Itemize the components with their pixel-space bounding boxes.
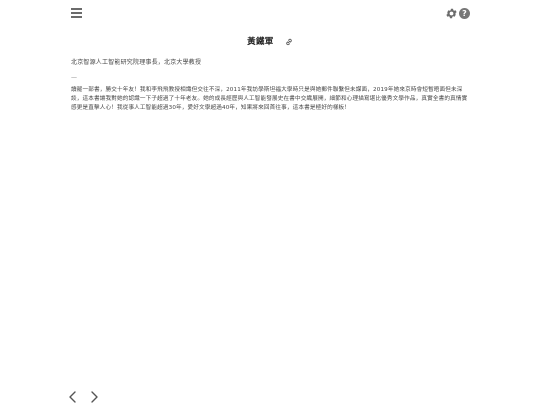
divider: —	[71, 74, 77, 81]
article-body: 讀罷一部書，勝交十年友！我和李飛飛教授相識但交往不深，2011年我訪學斯坦福大學…	[71, 87, 468, 112]
chevron-left-icon[interactable]	[68, 391, 78, 403]
author-affiliation: 北京智源人工智能研究院理事長，北京大學教授	[71, 59, 202, 66]
page-title: 黃鐵軍	[247, 37, 274, 47]
hamburger-menu-icon[interactable]	[71, 8, 82, 18]
reader-page: ? 黃鐵軍 北京智源人工智能研究院理事長，北京大學教授 — 讀罷一部書，勝交十年…	[0, 0, 540, 405]
chevron-right-icon[interactable]	[89, 391, 99, 403]
help-icon[interactable]: ?	[459, 8, 470, 19]
article-header: 黃鐵軍	[0, 35, 540, 47]
link-icon[interactable]	[285, 38, 293, 46]
gear-icon[interactable]	[445, 7, 458, 20]
